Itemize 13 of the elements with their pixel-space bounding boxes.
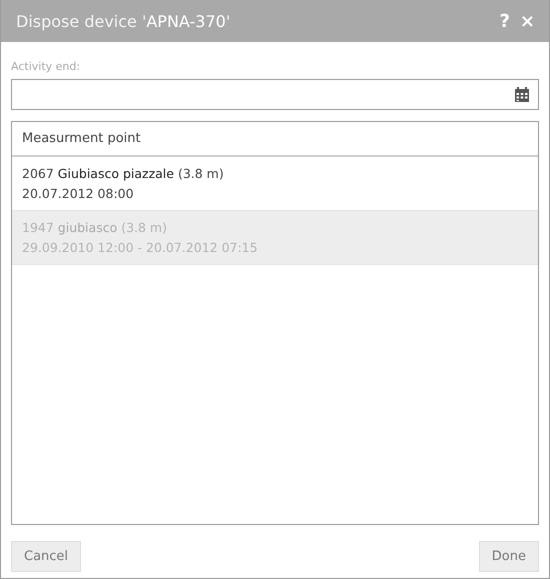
calendar-icon[interactable] xyxy=(515,87,529,102)
field-label: Activity end: xyxy=(11,60,82,73)
help-button[interactable]: ? xyxy=(499,10,510,32)
item-date: 29.09.2010 12:00 - 20.07.2012 07:15 xyxy=(22,240,259,255)
cancel-button[interactable]: Cancel xyxy=(11,541,82,572)
date-field[interactable] xyxy=(11,79,539,110)
item-date: 20.07.2012 08:00 xyxy=(22,186,135,201)
window-title: Dispose device 'APNA-370' xyxy=(16,12,232,30)
done-button[interactable]: Done xyxy=(478,541,539,572)
item-title: 1947 giubiasco (3.8 m) xyxy=(22,220,168,235)
close-button[interactable]: × xyxy=(520,10,535,32)
item-title: 2067 Giubiasco piazzale (3.8 m) xyxy=(22,166,225,181)
column-header: Measurment point xyxy=(12,122,538,157)
